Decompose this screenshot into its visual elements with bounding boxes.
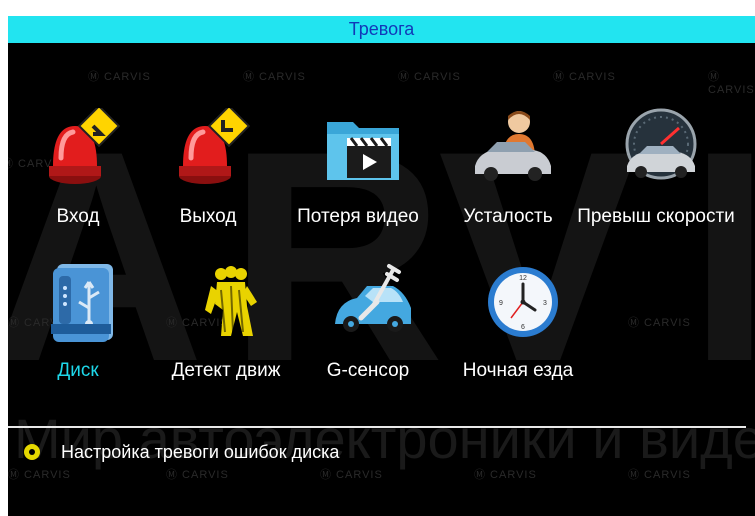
radio-checked-icon[interactable] (24, 444, 40, 460)
screen: A R V I Ⓜ CARVIS Ⓜ CARVIS Ⓜ CARVIS Ⓜ CAR… (0, 0, 755, 516)
alarm-menu-panel: A R V I Ⓜ CARVIS Ⓜ CARVIS Ⓜ CARVIS Ⓜ CAR… (8, 16, 755, 516)
menu-item-label: Превыш скорости (577, 206, 735, 227)
page-title: Тревога (8, 16, 755, 43)
alarm-siren-exit-icon (179, 108, 251, 184)
g-sensor-car-icon (335, 264, 411, 332)
watermark-logo: Ⓜ CARVIS (628, 317, 691, 329)
driver-fatigue-icon (475, 111, 551, 181)
svg-text:3: 3 (543, 300, 547, 307)
usb-disk-icon (51, 264, 113, 342)
motion-detect-icon (205, 266, 257, 336)
menu-item-label: Ночная езда (462, 360, 574, 381)
watermark-logo: Ⓜ CARVIS (243, 71, 306, 83)
svg-text:12: 12 (519, 275, 527, 282)
watermark-logo: Ⓜ CARVIS (553, 71, 616, 83)
menu-item-label: Усталость (463, 206, 553, 227)
menu-item-label: Потеря видео (297, 206, 419, 227)
watermark-logo: Ⓜ CARVIS (398, 71, 461, 83)
svg-text:6: 6 (521, 324, 525, 331)
svg-text:9: 9 (499, 300, 503, 307)
clock-icon: 12 3 6 9 (488, 267, 558, 337)
watermark-logo: Ⓜ CARVIS (88, 71, 151, 83)
watermark-logo: Ⓜ CARVIS (708, 71, 755, 96)
setting-label: Настройка тревоги ошибок диска (61, 442, 340, 462)
video-folder-icon (327, 122, 399, 180)
menu-item-label: Диск (57, 360, 99, 381)
alarm-siren-enter-icon (49, 108, 121, 184)
menu-item-label: G-сенсор (326, 360, 410, 381)
menu-item-label: Детект движ (171, 360, 281, 381)
menu-item-label: Выход (179, 206, 237, 227)
divider (8, 426, 746, 428)
speeding-car-icon (625, 108, 697, 180)
